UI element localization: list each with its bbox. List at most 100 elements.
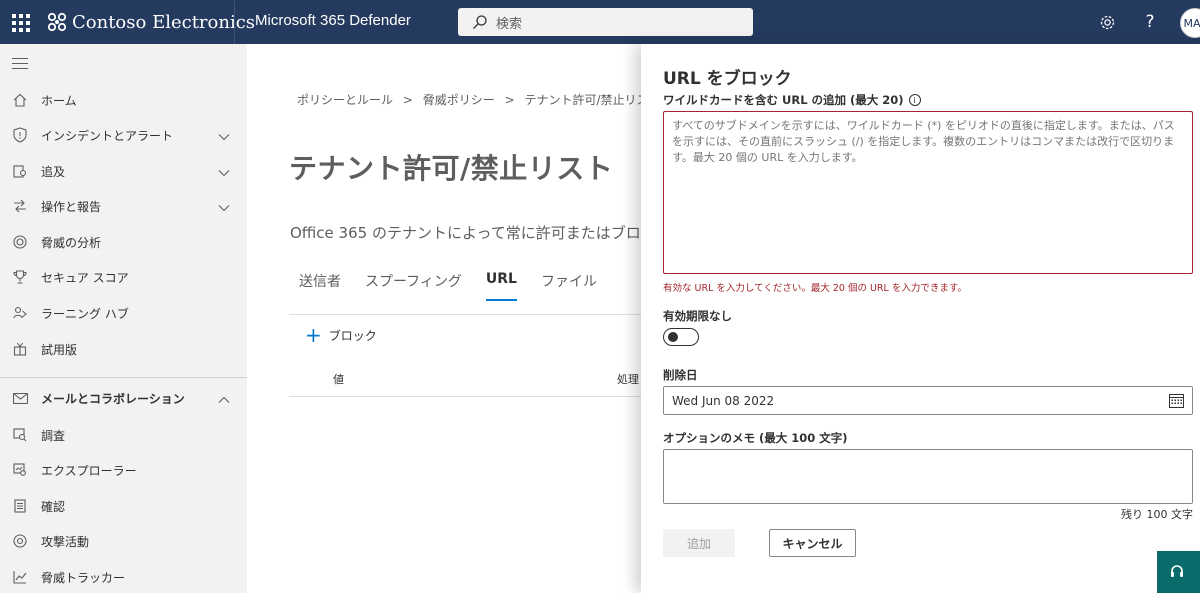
memo-remaining-count: 残り 100 文字 bbox=[1121, 508, 1193, 521]
left-nav: ホーム インシデントとアラート 追及 操作と報告 脅威の分析 セキュア スコア … bbox=[0, 44, 247, 593]
add-button[interactable]: 追加 bbox=[663, 529, 735, 557]
gift-icon bbox=[11, 340, 29, 358]
learning-icon bbox=[11, 304, 29, 322]
delete-date-value: Wed Jun 08 2022 bbox=[672, 393, 775, 408]
shield-icon bbox=[11, 126, 29, 144]
review-icon bbox=[11, 497, 29, 515]
url-error-message: 有効な URL を入力してください。最大 20 個の URL を入力できます。 bbox=[663, 283, 967, 294]
delete-date-picker[interactable]: Wed Jun 08 2022 bbox=[663, 386, 1193, 415]
url-field-label-text: ワイルドカードを含む URL の追加 (最大 20) bbox=[663, 93, 904, 107]
column-header-value[interactable]: 値 bbox=[333, 371, 344, 387]
memo-label: オプションのメモ (最大 100 文字) bbox=[663, 431, 848, 445]
breadcrumb-separator: > bbox=[504, 93, 515, 107]
breadcrumb-item: テナント許可/禁止リスト bbox=[524, 93, 641, 107]
nav-item-label: 攻撃活動 bbox=[41, 534, 90, 549]
breadcrumb-item[interactable]: ポリシーとルール bbox=[297, 93, 393, 107]
column-header-action[interactable]: 処理 bbox=[617, 371, 639, 387]
memo-input[interactable] bbox=[663, 449, 1193, 504]
block-url-panel: URL をブロック ワイルドカードを含む URL の追加 (最大 20) i 有… bbox=[641, 44, 1200, 593]
never-expire-toggle[interactable] bbox=[663, 328, 699, 346]
product-name[interactable]: Microsoft 365 Defender bbox=[255, 12, 411, 29]
topbar-divider bbox=[234, 0, 235, 44]
nav-item-label: ホーム bbox=[41, 93, 77, 108]
hunting-icon bbox=[11, 162, 29, 180]
actions-icon bbox=[11, 197, 29, 215]
help-chat-button[interactable] bbox=[1157, 551, 1200, 593]
search-input[interactable]: 検索 bbox=[458, 8, 753, 36]
nav-item-home[interactable]: ホーム bbox=[0, 83, 247, 117]
chevron-up-icon bbox=[218, 389, 230, 408]
table-header-divider bbox=[289, 396, 641, 397]
calendar-icon[interactable] bbox=[1169, 393, 1184, 408]
home-icon bbox=[11, 91, 29, 109]
help-icon[interactable]: ? bbox=[1138, 10, 1162, 34]
cancel-button[interactable]: キャンセル bbox=[769, 529, 856, 557]
search-placeholder: 検索 bbox=[496, 16, 523, 32]
explorer-icon bbox=[11, 461, 29, 479]
brand[interactable]: Contoso Electronics bbox=[46, 10, 255, 34]
settings-icon[interactable] bbox=[1095, 10, 1119, 34]
nav-divider bbox=[0, 377, 247, 378]
chevron-down-icon bbox=[218, 126, 230, 145]
waffle-icon[interactable] bbox=[8, 8, 36, 36]
nav-item-email-collaboration[interactable]: メールとコラボレーション bbox=[0, 381, 247, 415]
nav-item-campaigns[interactable]: 攻撃活動 bbox=[0, 524, 247, 558]
nav-item-threat-trackers[interactable]: 脅威トラッカー bbox=[0, 560, 247, 593]
nav-item-hunting[interactable]: 追及 bbox=[0, 154, 247, 188]
tracker-icon bbox=[11, 568, 29, 586]
brand-name: Contoso Electronics bbox=[72, 11, 256, 33]
nav-item-trials[interactable]: 試用版 bbox=[0, 332, 247, 366]
threat-analytics-icon bbox=[11, 233, 29, 251]
hamburger-icon[interactable] bbox=[12, 58, 28, 70]
toggle-knob bbox=[668, 332, 678, 342]
breadcrumb-item[interactable]: 脅威ポリシー bbox=[423, 93, 495, 107]
top-bar: Contoso Electronics Microsoft 365 Defend… bbox=[0, 0, 1200, 44]
nav-item-label: 脅威トラッカー bbox=[41, 570, 126, 585]
nav-item-label: インシデントとアラート bbox=[41, 128, 174, 143]
block-button-label: ブロック bbox=[328, 328, 377, 343]
headset-icon bbox=[1171, 565, 1183, 577]
trophy-icon bbox=[11, 268, 29, 286]
info-icon[interactable]: i bbox=[908, 94, 921, 106]
breadcrumb: ポリシーとルール > 脅威ポリシー > テナント許可/禁止リスト bbox=[297, 91, 641, 108]
nav-item-review[interactable]: 確認 bbox=[0, 489, 247, 523]
nav-item-label: 調査 bbox=[41, 428, 66, 443]
tab-senders[interactable]: 送信者 bbox=[299, 271, 341, 301]
nav-item-explorer[interactable]: エクスプローラー bbox=[0, 453, 247, 487]
panel-title: URL をブロック bbox=[663, 69, 792, 89]
nav-item-label: メールとコラボレーション bbox=[41, 391, 185, 406]
nav-item-investigations[interactable]: 調査 bbox=[0, 418, 247, 452]
nav-item-label: 脅威の分析 bbox=[41, 235, 102, 250]
breadcrumb-separator: > bbox=[402, 93, 413, 107]
nav-item-actions-reports[interactable]: 操作と報告 bbox=[0, 189, 247, 223]
url-field-label: ワイルドカードを含む URL の追加 (最大 20) i bbox=[663, 92, 921, 108]
tab-list: 送信者 スプーフィング URL ファイル bbox=[299, 271, 621, 301]
nav-item-label: 試用版 bbox=[41, 342, 78, 357]
tab-url[interactable]: URL bbox=[485, 271, 518, 301]
url-input[interactable] bbox=[663, 111, 1193, 274]
tabs-divider bbox=[289, 314, 641, 315]
avatar[interactable]: MA bbox=[1180, 8, 1200, 38]
campaign-icon bbox=[11, 532, 29, 550]
page-title: テナント許可/禁止リスト bbox=[289, 152, 614, 185]
search-icon bbox=[473, 15, 487, 29]
nav-item-learning-hub[interactable]: ラーニング ハブ bbox=[0, 296, 247, 330]
block-button[interactable]: + ブロック bbox=[305, 325, 377, 345]
nav-item-label: 確認 bbox=[41, 499, 66, 514]
contoso-logo-icon bbox=[47, 12, 67, 32]
add-icon: + bbox=[305, 323, 322, 347]
nav-item-label: エクスプローラー bbox=[41, 463, 137, 478]
main-content: ポリシーとルール > 脅威ポリシー > テナント許可/禁止リスト テナント許可/… bbox=[247, 44, 641, 593]
nav-item-threat-analytics[interactable]: 脅威の分析 bbox=[0, 225, 247, 259]
nav-item-secure-score[interactable]: セキュア スコア bbox=[0, 260, 247, 294]
tab-files[interactable]: ファイル bbox=[541, 271, 597, 301]
nav-item-label: ラーニング ハブ bbox=[41, 306, 129, 321]
tab-spoofing[interactable]: スプーフィング bbox=[365, 271, 462, 301]
investigation-icon bbox=[11, 426, 29, 444]
never-expire-label: 有効期限なし bbox=[663, 309, 732, 323]
nav-item-label: セキュア スコア bbox=[41, 270, 129, 285]
chevron-down-icon bbox=[218, 162, 230, 181]
page-description: Office 365 のテナントによって常に許可またはブロックされる UR bbox=[290, 224, 641, 242]
nav-item-incidents[interactable]: インシデントとアラート bbox=[0, 118, 247, 152]
delete-date-label: 削除日 bbox=[663, 368, 698, 382]
